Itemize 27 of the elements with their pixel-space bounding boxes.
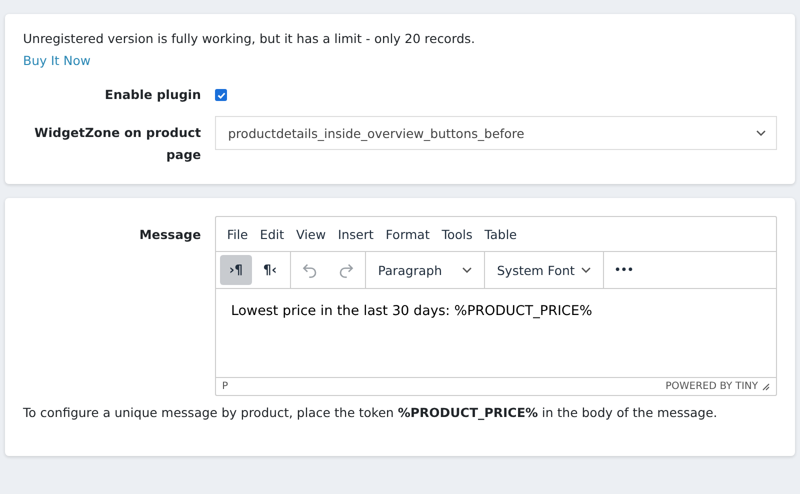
chevron-icon	[581, 267, 591, 273]
format-dropdown[interactable]: Paragraph	[370, 255, 480, 285]
notice-text: Unregistered version is fully working, but it has a limit - only 20 records.	[23, 30, 476, 48]
editor-text[interactable]: Lowest price in the last 30 days: %PRODUCT_PRICE%	[231, 303, 761, 319]
menu-item[interactable]: Format	[380, 226, 435, 242]
chevron-icon	[462, 267, 472, 273]
direction-button[interactable]: ›¶	[220, 255, 252, 285]
menu-item[interactable]: File	[222, 226, 253, 242]
menu-item[interactable]: Table	[480, 226, 522, 242]
field-label: WidgetZone on product page	[33, 124, 201, 164]
hint-text: To configure a unique message by product, place the token %PRODUCT_PRICE% in the body of the message.	[23, 404, 718, 422]
format-dropdown[interactable]: System Font	[489, 255, 599, 285]
menu-item[interactable]: Tools	[436, 226, 478, 242]
element-path: P	[222, 381, 228, 392]
resize-handle-icon[interactable]	[762, 382, 770, 390]
chevron-icon	[756, 130, 766, 136]
menu-item[interactable]: View	[291, 226, 331, 242]
menu-item[interactable]: Edit	[254, 226, 290, 242]
select-field[interactable]: productdetails_inside_overview_buttons_before	[215, 116, 777, 150]
checkbox[interactable]	[215, 89, 227, 101]
more-button[interactable]: •••	[608, 255, 640, 285]
buy-link[interactable]: Buy It Now	[23, 50, 91, 72]
field-label: Enable plugin	[104, 86, 201, 104]
field-label: Message	[138, 226, 201, 244]
direction-button[interactable]: ¶‹	[254, 255, 286, 285]
branding-link[interactable]: POWERED BY TINY	[666, 381, 758, 392]
menu-item[interactable]: Insert	[332, 226, 379, 242]
